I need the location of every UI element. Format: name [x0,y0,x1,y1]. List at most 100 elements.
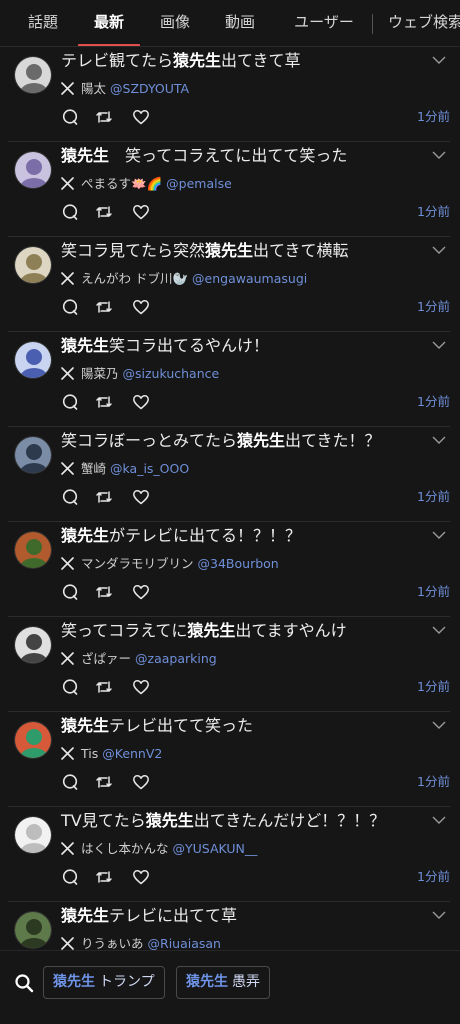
chevron-down-icon[interactable] [432,435,446,445]
reply-icon[interactable] [61,203,79,221]
tweet-item[interactable]: 笑ってコラえてに猿先生出てますやんけ ざぱァー @zaaparking 1分前 [8,617,450,712]
tweet-item[interactable]: 笑コラぼーっとみてたら猿先生出てきた！？ 蟹崎 @ka_is_OOO 1分前 [8,427,450,522]
tab-users[interactable]: ユーザー [282,0,366,46]
tweet-text: 猿先生テレビ出てて笑った [61,716,254,735]
timestamp[interactable]: 1分前 [417,773,450,791]
tab-trending[interactable]: 話題 [14,0,72,46]
chevron-down-icon[interactable] [432,245,446,255]
retweet-icon[interactable] [95,678,113,696]
avatar[interactable] [14,721,52,759]
user-handle[interactable]: @zaaparking [135,651,217,666]
avatar[interactable] [14,531,52,569]
retweet-icon[interactable] [95,298,113,316]
reply-icon[interactable] [61,393,79,411]
user-handle[interactable]: @34Bourbon [198,556,279,571]
related-search-chip[interactable]: 猿先生 トランプ [43,966,165,999]
reply-icon[interactable] [61,773,79,791]
reply-icon[interactable] [61,108,79,126]
user-handle[interactable]: @SZDYOUTA [110,81,189,96]
tweet-item[interactable]: 猿先生テレビに出てて草 りうぁいあ @Riuaiasan [8,902,450,950]
avatar[interactable] [14,151,52,189]
keyword-highlight: 猿先生 [61,146,110,165]
like-icon[interactable] [132,773,150,791]
search-icon[interactable] [14,973,34,993]
retweet-icon[interactable] [95,868,113,886]
tweet-item[interactable]: 猿先生テレビ出てて笑った Tis @KennV2 1分前 [8,712,450,807]
x-logo-icon [61,367,74,380]
user-handle[interactable]: @YUSAKUN__ [173,841,258,856]
like-icon[interactable] [132,868,150,886]
avatar-image [15,627,51,663]
tab-videos[interactable]: 動画 [212,0,268,46]
avatar[interactable] [14,436,52,474]
x-logo-icon [61,177,74,190]
tweet-source: ざぱァー @zaaparking [61,649,217,669]
user-handle[interactable]: @Riuaiasan [148,936,221,950]
like-icon[interactable] [132,203,150,221]
chevron-down-icon[interactable] [432,815,446,825]
related-search-bar: 猿先生 トランプ 猿先生 愚弄 [0,950,460,1024]
reply-icon[interactable] [61,583,79,601]
timestamp[interactable]: 1分前 [417,678,450,696]
tweet-item[interactable]: 猿先生笑コラ出てるやんけ！ 陽菜乃 @sizukuchance 1分前 [8,332,450,427]
timestamp[interactable]: 1分前 [417,488,450,506]
avatar[interactable] [14,341,52,379]
avatar[interactable] [14,626,52,664]
chevron-down-icon[interactable] [432,340,446,350]
avatar[interactable] [14,816,52,854]
user-handle[interactable]: @sizukuchance [123,366,220,381]
timestamp[interactable]: 1分前 [417,868,450,886]
tab-web-search[interactable]: ウェブ検索 [388,0,460,46]
avatar[interactable] [14,56,52,94]
chevron-down-icon[interactable] [432,720,446,730]
avatar[interactable] [14,911,52,949]
timestamp[interactable]: 1分前 [417,298,450,316]
like-icon[interactable] [132,678,150,696]
reply-icon[interactable] [61,298,79,316]
reply-icon[interactable] [61,678,79,696]
chevron-down-icon[interactable] [432,55,446,65]
timestamp[interactable]: 1分前 [417,203,450,221]
like-icon[interactable] [132,298,150,316]
like-icon[interactable] [132,393,150,411]
tweet-source: はくし本かんな @YUSAKUN__ [61,839,257,859]
timestamp[interactable]: 1分前 [417,583,450,601]
keyword-highlight: 猿先生 [61,716,110,735]
retweet-icon[interactable] [95,583,113,601]
like-icon[interactable] [132,583,150,601]
chevron-down-icon[interactable] [432,625,446,635]
avatar-image [15,342,51,378]
chevron-down-icon[interactable] [432,150,446,160]
keyword-highlight: 猿先生 [205,241,254,260]
tweet-text: 笑コラぼーっとみてたら猿先生出てきた！？ [61,431,381,450]
avatar[interactable] [14,246,52,284]
reply-icon[interactable] [61,868,79,886]
chevron-down-icon[interactable] [432,910,446,920]
related-search-chip[interactable]: 猿先生 愚弄 [176,966,270,999]
retweet-icon[interactable] [95,203,113,221]
tweet-source: マンダラモリブリン @34Bourbon [61,554,279,574]
user-handle[interactable]: @KennV2 [102,746,162,761]
tweet-item[interactable]: 猿先生 笑ってコラえてに出てて笑った ぺまるす🪷🌈 @pemalse 1分前 [8,142,450,237]
retweet-icon[interactable] [95,488,113,506]
tab-images[interactable]: 画像 [148,0,202,46]
retweet-icon[interactable] [95,393,113,411]
tweet-item[interactable]: テレビ観てたら猿先生出てきて草 陽太 @SZDYOUTA 1分前 [8,47,450,142]
x-logo-icon [61,652,74,665]
retweet-icon[interactable] [95,108,113,126]
tweet-item[interactable]: TV見てたら猿先生出てきたんだけど！？！？ はくし本かんな @YUSAKUN__ … [8,807,450,902]
tweet-item[interactable]: 猿先生がテレビに出てる！？！？ マンダラモリブリン @34Bourbon 1分前 [8,522,450,617]
timestamp[interactable]: 1分前 [417,393,450,411]
user-handle[interactable]: @ka_is_OOO [110,461,189,476]
display-name: 陽太 [81,81,107,96]
user-handle[interactable]: @pemalse [166,176,232,191]
reply-icon[interactable] [61,488,79,506]
retweet-icon[interactable] [95,773,113,791]
tab-latest[interactable]: 最新 [76,0,142,46]
like-icon[interactable] [132,108,150,126]
tweet-item[interactable]: 笑コラ見てたら突然猿先生出てきて横転 えんがわ ドブ川🦭 @engawaumasu… [8,237,450,332]
timestamp[interactable]: 1分前 [417,108,450,126]
chevron-down-icon[interactable] [432,530,446,540]
like-icon[interactable] [132,488,150,506]
user-handle[interactable]: @engawaumasugi [192,271,307,286]
